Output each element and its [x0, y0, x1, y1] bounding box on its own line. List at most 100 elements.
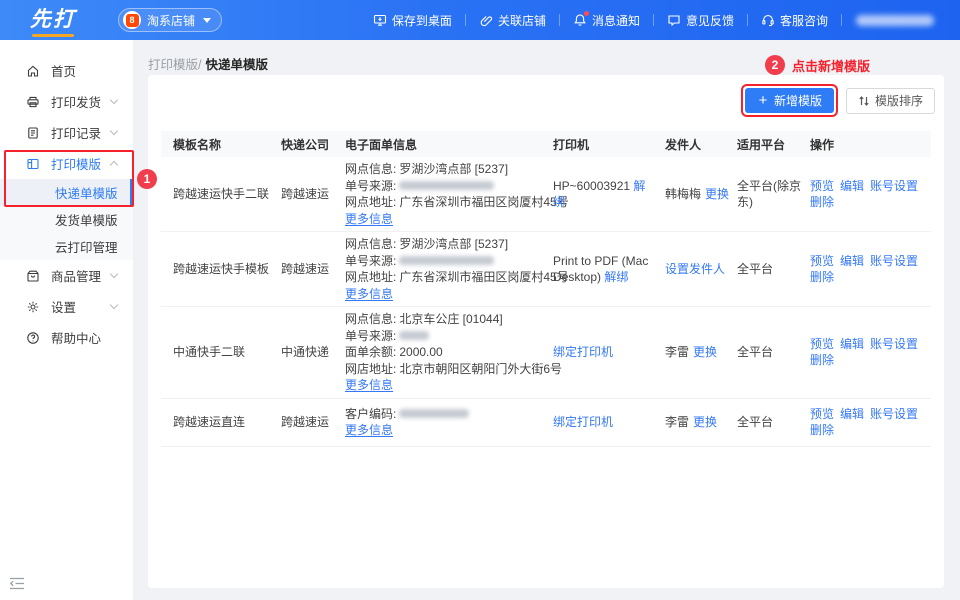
waybill-info-line: 更多信息	[345, 377, 543, 394]
waybill-info-line: 单号来源:	[345, 178, 543, 195]
edit-link[interactable]: 编辑	[840, 337, 864, 351]
store-brand-icon: 8	[123, 11, 141, 29]
column-header: 打印机	[553, 137, 590, 152]
bell-icon	[573, 11, 589, 27]
courier-company: 跨越速运	[281, 415, 330, 429]
delete-link[interactable]: 删除	[810, 353, 834, 367]
sidebar: 首页打印发货 打印记录打印模版快递单模版发货单模版云打印管理 商品管理 设置帮助中心	[0, 40, 133, 600]
sidebar-item-help[interactable]: 帮助中心	[0, 322, 133, 353]
preview-link[interactable]: 预览	[810, 337, 834, 351]
sender-cell: 李雷 更换	[665, 414, 737, 430]
bind-printer-link[interactable]: 绑定打印机	[553, 345, 613, 359]
help-icon	[26, 331, 40, 345]
store-selector-label: 淘系店铺	[147, 13, 196, 28]
platform-cell: 全平台	[737, 415, 774, 429]
more-info-link[interactable]: 更多信息	[345, 422, 393, 439]
preview-link[interactable]: 预览	[810, 179, 834, 193]
waybill-info-label: 网点地址:	[345, 270, 397, 284]
collapse-sidebar-icon[interactable]	[9, 577, 25, 590]
account-settings-link[interactable]: 账号设置	[870, 179, 918, 193]
topbar-menu-link[interactable]: 关联店铺	[466, 12, 559, 29]
toolbar: + 新增模版 模版排序	[148, 75, 944, 117]
sidebar-item-gear[interactable]: 设置	[0, 291, 133, 322]
more-info-link[interactable]: 更多信息	[345, 377, 393, 394]
delete-link[interactable]: 删除	[810, 195, 834, 209]
topbar-menu-desktop[interactable]: 保存到桌面	[360, 12, 465, 29]
more-info-link[interactable]: 更多信息	[345, 286, 393, 303]
change-sender-link[interactable]: 更换	[705, 187, 729, 201]
redacted-text	[399, 181, 495, 191]
delete-link[interactable]: 删除	[810, 270, 834, 284]
sidebar-item-label: 打印模版	[51, 158, 102, 172]
preview-link[interactable]: 预览	[810, 407, 834, 421]
actions-cell: 预览 编辑 账号设置删除	[810, 253, 930, 285]
more-info-link[interactable]: 更多信息	[345, 211, 393, 228]
topbar-menu-headset[interactable]: 客服咨询	[748, 12, 841, 29]
column-header: 适用平台	[737, 137, 786, 152]
add-template-button[interactable]: + 新增模版	[744, 88, 834, 113]
store-selector[interactable]: 8 淘系店铺	[118, 8, 223, 32]
waybill-info-value: 2000.00	[399, 345, 443, 359]
redacted-text	[399, 331, 430, 341]
sidebar-item-home[interactable]: 首页	[0, 55, 133, 86]
sidebar-item-label: 帮助中心	[51, 332, 102, 346]
waybill-info-label: 网店地址:	[345, 361, 397, 376]
bind-printer-link[interactable]: 绑定打印机	[553, 415, 613, 429]
edit-link[interactable]: 编辑	[840, 254, 864, 268]
notification-badge	[583, 11, 589, 16]
topbar-menu-label: 意见反馈	[685, 13, 734, 28]
sidebar-item-goods[interactable]: 商品管理	[0, 260, 133, 291]
change-sender-link[interactable]: 更换	[693, 415, 717, 429]
waybill-info-cell: 客户编码: 更多信息	[345, 406, 553, 439]
sidebar-item-label: 首页	[51, 65, 77, 79]
annotation-highlight-box-add-button: + 新增模版	[740, 84, 838, 117]
set-sender-link[interactable]: 设置发件人	[665, 262, 725, 276]
sort-templates-button[interactable]: 模版排序	[845, 87, 935, 114]
sidebar-item-printer[interactable]: 打印发货	[0, 86, 133, 117]
waybill-info-cell: 网点信息: 罗湖沙湾点部 [5237] 单号来源: 网点地址: 广东省深圳市福田区岗厦村…	[345, 236, 569, 303]
topbar-menu-label: 关联店铺	[497, 13, 546, 28]
delete-link[interactable]: 删除	[810, 423, 834, 437]
column-header: 电子面单信息	[345, 137, 418, 152]
topbar-menu-feedback[interactable]: 意见反馈	[654, 12, 747, 29]
waybill-info-label: 网点信息:	[345, 312, 397, 326]
sender-cell: 李雷 更换	[665, 344, 737, 360]
sidebar-subitem[interactable]: 云打印管理	[0, 233, 133, 260]
sidebar-subitem-label: 快递单模版	[55, 187, 118, 201]
sidebar-subitem[interactable]: 发货单模版	[0, 206, 133, 233]
waybill-info-line: 更多信息	[345, 211, 543, 228]
sidebar-item-template[interactable]: 打印模版	[0, 148, 133, 179]
account-settings-link[interactable]: 账号设置	[870, 337, 918, 351]
edit-link[interactable]: 编辑	[840, 179, 864, 193]
account-settings-link[interactable]: 账号设置	[870, 407, 918, 421]
waybill-info-value: 罗湖沙湾点部 [5237]	[399, 237, 509, 251]
waybill-info-line: 面单余额: 2000.00	[345, 344, 543, 361]
edit-link[interactable]: 编辑	[840, 407, 864, 421]
change-sender-link[interactable]: 更换	[693, 345, 717, 359]
desktop-icon	[373, 13, 387, 27]
unbind-printer-link[interactable]: 解绑	[604, 270, 628, 284]
platform-cell: 全平台	[737, 345, 774, 360]
clipboard-icon	[26, 126, 40, 140]
user-account-redacted[interactable]	[856, 14, 934, 26]
waybill-info-label: 单号来源:	[345, 328, 397, 343]
sidebar-subitem-label: 发货单模版	[55, 214, 118, 228]
waybill-info-line: 单号来源:	[345, 253, 543, 270]
sidebar-subitem[interactable]: 快递单模版	[0, 179, 133, 206]
printer-cell: 绑定打印机	[553, 344, 665, 360]
headset-icon	[761, 13, 775, 27]
waybill-info-line: 网店地址: 北京市朝阳区朝阳门外大街6号	[345, 361, 562, 378]
waybill-info-value: 广东省深圳市福田区岗厦村45号	[399, 270, 569, 284]
account-settings-link[interactable]: 账号设置	[870, 254, 918, 268]
waybill-info-value: 广东省深圳市福田区岗厦村45号	[399, 195, 569, 209]
sidebar-item-clipboard[interactable]: 打印记录	[0, 117, 133, 148]
topbar-menu-bell[interactable]: 消息通知	[560, 11, 653, 29]
menu-divider	[841, 14, 842, 26]
preview-link[interactable]: 预览	[810, 254, 834, 268]
chevron-down-icon	[109, 95, 119, 105]
platform-cell: 全平台	[737, 262, 774, 276]
printer-cell: HP~60003921 解绑	[553, 178, 665, 210]
redacted-text	[399, 409, 470, 419]
breadcrumb-parent[interactable]: 打印模版/	[148, 54, 201, 73]
actions-cell: 预览 编辑 账号设置删除	[810, 406, 930, 438]
